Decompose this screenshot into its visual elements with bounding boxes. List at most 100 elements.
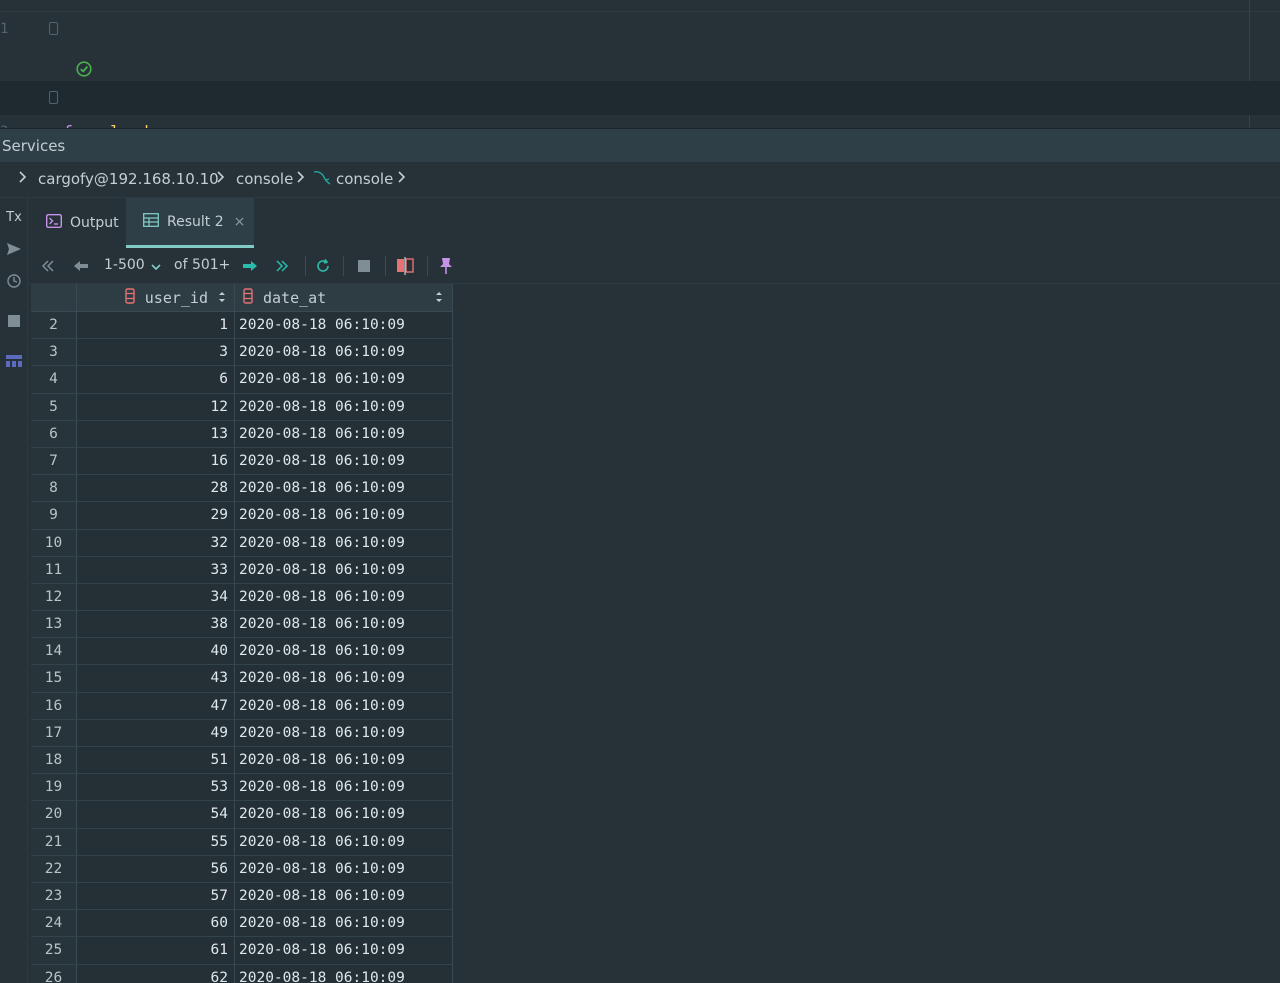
breadcrumb-console-2[interactable]: console [336, 170, 393, 188]
table-row[interactable]: 20 54 2020-08-18 06:10:09 [31, 801, 452, 829]
cell-date-at[interactable]: 2020-08-18 06:10:09 [239, 720, 405, 747]
refresh-icon[interactable] [311, 254, 335, 278]
cell-date-at[interactable]: 2020-08-18 06:10:09 [239, 856, 405, 883]
double-chevron-right-icon[interactable] [270, 254, 294, 278]
cell-date-at[interactable]: 2020-08-18 06:10:09 [239, 475, 405, 502]
cell-date-at[interactable]: 2020-08-18 06:10:09 [239, 584, 405, 611]
cell-user-id[interactable]: 29 [77, 502, 235, 529]
row-number[interactable]: 15 [31, 665, 77, 692]
cell-date-at[interactable]: 2020-08-18 06:10:09 [239, 312, 405, 339]
table-row[interactable]: 15 43 2020-08-18 06:10:09 [31, 665, 452, 693]
table-row[interactable]: 10 32 2020-08-18 06:10:09 [31, 529, 452, 557]
cell-date-at[interactable]: 2020-08-18 06:10:09 [239, 530, 405, 557]
layout-icon[interactable] [3, 350, 25, 372]
row-number[interactable]: 20 [31, 801, 77, 828]
chevron-down-icon[interactable] [151, 259, 161, 275]
cell-user-id[interactable]: 51 [77, 747, 235, 774]
table-row[interactable]: 8 28 2020-08-18 06:10:09 [31, 475, 452, 503]
cell-user-id[interactable]: 53 [77, 774, 235, 801]
sql-editor[interactable]: 1 select user_id, (select created_at fro… [0, 0, 1280, 128]
row-number[interactable]: 23 [31, 882, 77, 910]
cell-user-id[interactable]: 62 [77, 964, 235, 983]
send-icon[interactable] [3, 238, 25, 260]
stop-icon[interactable] [352, 254, 376, 278]
row-number[interactable]: 19 [31, 774, 77, 801]
cell-date-at[interactable]: 2020-08-18 06:10:09 [239, 366, 405, 393]
code-line-2[interactable]: 2 from loads [0, 47, 1280, 128]
fold-marker-icon[interactable] [49, 22, 58, 35]
row-number[interactable]: 11 [31, 556, 77, 583]
cell-date-at[interactable]: 2020-08-18 06:10:09 [239, 502, 405, 529]
row-number[interactable]: 7 [31, 447, 77, 475]
sort-icon[interactable] [218, 289, 226, 307]
cell-date-at[interactable]: 2020-08-18 06:10:09 [239, 421, 405, 448]
code-line-1[interactable]: 1 select user_id, (select created_at fro… [0, 12, 1280, 77]
cell-user-id[interactable]: 56 [77, 855, 235, 882]
row-number[interactable]: 9 [31, 502, 77, 529]
cell-user-id[interactable]: 12 [77, 393, 235, 420]
row-number[interactable]: 22 [31, 855, 77, 882]
page-range[interactable]: 1-500 [104, 257, 145, 273]
column-header-date-at[interactable]: date_at [235, 284, 452, 312]
cell-date-at[interactable]: 2020-08-18 06:10:09 [239, 774, 405, 801]
row-number[interactable]: 25 [31, 937, 77, 964]
row-number[interactable]: 12 [31, 583, 77, 611]
table-row[interactable]: 6 13 2020-08-18 06:10:09 [31, 420, 452, 448]
cell-user-id[interactable]: 3 [77, 339, 235, 366]
chevron-right-icon[interactable] [17, 170, 27, 188]
row-number[interactable]: 2 [31, 312, 77, 339]
table-row[interactable]: 11 33 2020-08-18 06:10:09 [31, 556, 452, 584]
close-icon[interactable]: × [234, 214, 246, 230]
row-number[interactable]: 3 [31, 339, 77, 366]
cell-user-id[interactable]: 33 [77, 556, 235, 583]
stop-icon[interactable] [3, 310, 25, 332]
cell-date-at[interactable]: 2020-08-18 06:10:09 [239, 394, 405, 421]
cell-user-id[interactable]: 55 [77, 828, 235, 855]
row-number[interactable]: 8 [31, 475, 77, 502]
cell-user-id[interactable]: 60 [77, 910, 235, 937]
cell-date-at[interactable]: 2020-08-18 06:10:09 [239, 448, 405, 475]
table-row[interactable]: 13 38 2020-08-18 06:10:09 [31, 611, 452, 639]
cell-date-at[interactable]: 2020-08-18 06:10:09 [239, 883, 405, 910]
fold-marker-icon[interactable] [49, 91, 58, 104]
breadcrumb-console[interactable]: console [236, 170, 293, 188]
cell-user-id[interactable]: 16 [77, 447, 235, 475]
row-number[interactable]: 16 [31, 692, 77, 719]
code-line-3[interactable]: 3 group by user_id; [0, 81, 1280, 128]
row-number[interactable]: 4 [31, 366, 77, 393]
cell-date-at[interactable]: 2020-08-18 06:10:09 [239, 829, 405, 856]
sort-icon[interactable] [435, 289, 443, 307]
cell-user-id[interactable]: 47 [77, 692, 235, 719]
row-number[interactable]: 18 [31, 747, 77, 774]
row-number[interactable]: 26 [31, 964, 77, 983]
history-icon[interactable] [3, 270, 25, 292]
row-number[interactable]: 5 [31, 393, 77, 420]
cell-user-id[interactable]: 28 [77, 475, 235, 502]
cell-date-at[interactable]: 2020-08-18 06:10:09 [239, 665, 405, 692]
table-row[interactable]: 23 57 2020-08-18 06:10:09 [31, 882, 452, 911]
table-row[interactable]: 2 1 2020-08-18 06:10:09 [31, 312, 452, 340]
cell-user-id[interactable]: 38 [77, 611, 235, 638]
table-row[interactable]: 7 16 2020-08-18 06:10:09 [31, 447, 452, 476]
row-number[interactable]: 21 [31, 828, 77, 855]
cell-user-id[interactable]: 6 [77, 366, 235, 393]
column-header-user-id[interactable]: user_id [77, 284, 235, 312]
cell-date-at[interactable]: 2020-08-18 06:10:09 [239, 937, 405, 964]
cell-user-id[interactable]: 54 [77, 801, 235, 828]
cell-date-at[interactable]: 2020-08-18 06:10:09 [239, 910, 405, 937]
cell-user-id[interactable]: 34 [77, 583, 235, 611]
arrow-right-icon[interactable] [238, 254, 262, 278]
table-row[interactable]: 5 12 2020-08-18 06:10:09 [31, 393, 452, 421]
table-row[interactable]: 25 61 2020-08-18 06:10:09 [31, 937, 452, 965]
table-row[interactable]: 24 60 2020-08-18 06:10:09 [31, 910, 452, 938]
table-row[interactable]: 17 49 2020-08-18 06:10:09 [31, 719, 452, 747]
table-row[interactable]: 26 62 2020-08-18 06:10:09 [31, 964, 452, 983]
cell-user-id[interactable]: 49 [77, 719, 235, 746]
tab-result-2[interactable]: Result 2 × [126, 198, 254, 248]
cell-user-id[interactable]: 1 [77, 312, 235, 339]
cell-date-at[interactable]: 2020-08-18 06:10:09 [239, 693, 405, 720]
table-row[interactable]: 4 6 2020-08-18 06:10:09 [31, 366, 452, 394]
table-row[interactable]: 16 47 2020-08-18 06:10:09 [31, 692, 452, 720]
pin-icon[interactable] [434, 254, 458, 278]
cell-user-id[interactable]: 32 [77, 529, 235, 556]
